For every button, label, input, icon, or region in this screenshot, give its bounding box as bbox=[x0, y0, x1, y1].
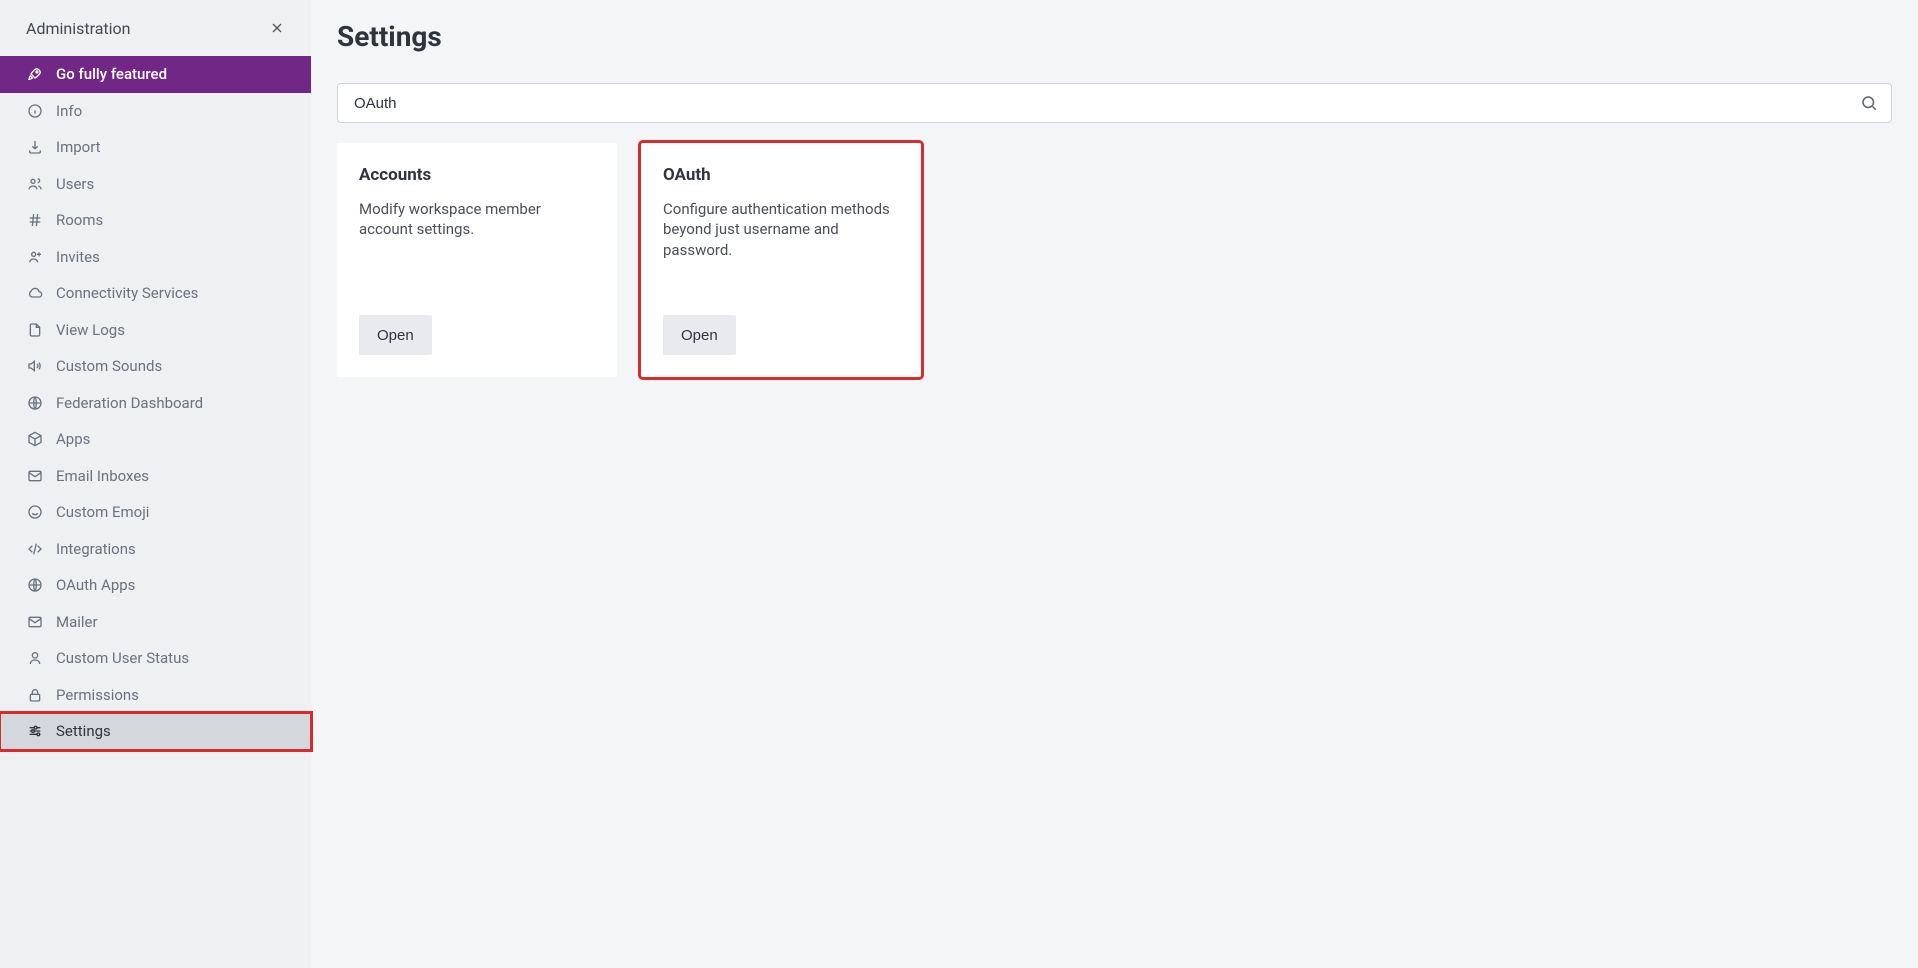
mail-icon bbox=[26, 613, 44, 631]
sidebar-item-apps[interactable]: Apps bbox=[0, 421, 311, 458]
card-accounts: Accounts Modify workspace member account… bbox=[337, 143, 617, 377]
sidebar-item-label: Custom Emoji bbox=[56, 503, 149, 521]
card-title: OAuth bbox=[663, 165, 899, 185]
sidebar-item-label: Custom Sounds bbox=[56, 357, 162, 375]
sidebar-item-import[interactable]: Import bbox=[0, 129, 311, 166]
sidebar-item-mailer[interactable]: Mailer bbox=[0, 604, 311, 641]
sidebar-item-label: Connectivity Services bbox=[56, 284, 198, 302]
sidebar-item-label: Invites bbox=[56, 248, 100, 266]
rocket-icon bbox=[26, 65, 44, 83]
sidebar-item-label: Mailer bbox=[56, 613, 98, 631]
cloud-icon bbox=[26, 284, 44, 302]
search-icon[interactable] bbox=[1860, 94, 1878, 112]
sidebar-item-federation[interactable]: Federation Dashboard bbox=[0, 385, 311, 422]
sidebar-item-label: Import bbox=[56, 138, 101, 156]
admin-sidebar: Administration Go fully featured Info Im… bbox=[0, 0, 311, 968]
settings-cards: Accounts Modify workspace member account… bbox=[337, 143, 1892, 377]
sidebar-item-permissions[interactable]: Permissions bbox=[0, 677, 311, 714]
globe-icon bbox=[26, 394, 44, 412]
file-icon bbox=[26, 321, 44, 339]
sidebar-item-label: Info bbox=[56, 102, 82, 120]
hash-icon bbox=[26, 211, 44, 229]
smile-icon bbox=[26, 503, 44, 521]
page-title: Settings bbox=[337, 20, 1892, 53]
sidebar-nav: Go fully featured Info Import Users Room bbox=[0, 56, 311, 750]
card-description: Modify workspace member account settings… bbox=[359, 199, 595, 240]
sidebar-item-rooms[interactable]: Rooms bbox=[0, 202, 311, 239]
sidebar-item-users[interactable]: Users bbox=[0, 166, 311, 203]
card-title: Accounts bbox=[359, 165, 595, 185]
mail-icon bbox=[26, 467, 44, 485]
sidebar-item-label: Settings bbox=[56, 722, 111, 740]
user-plus-icon bbox=[26, 248, 44, 266]
sidebar-item-label: Integrations bbox=[56, 540, 136, 558]
lock-icon bbox=[26, 686, 44, 704]
volume-icon bbox=[26, 357, 44, 375]
users-icon bbox=[26, 175, 44, 193]
search-container bbox=[337, 83, 1892, 123]
sidebar-item-upgrade[interactable]: Go fully featured bbox=[0, 56, 311, 93]
sidebar-item-label: Custom User Status bbox=[56, 649, 189, 667]
open-button[interactable]: Open bbox=[663, 315, 736, 355]
card-oauth: OAuth Configure authentication methods b… bbox=[641, 143, 921, 377]
download-icon bbox=[26, 138, 44, 156]
sidebar-item-label: Users bbox=[56, 175, 94, 193]
sliders-icon bbox=[26, 722, 44, 740]
sidebar-header: Administration bbox=[0, 0, 311, 56]
sidebar-item-label: Email Inboxes bbox=[56, 467, 149, 485]
globe-icon bbox=[26, 576, 44, 594]
code-icon bbox=[26, 540, 44, 558]
sidebar-item-settings[interactable]: Settings bbox=[0, 713, 311, 750]
open-button[interactable]: Open bbox=[359, 315, 432, 355]
search-input[interactable] bbox=[337, 83, 1892, 123]
sidebar-item-label: Permissions bbox=[56, 686, 139, 704]
sidebar-item-label: Go fully featured bbox=[56, 65, 167, 83]
sidebar-item-email-inboxes[interactable]: Email Inboxes bbox=[0, 458, 311, 495]
card-description: Configure authentication methods beyond … bbox=[663, 199, 899, 260]
sidebar-item-sounds[interactable]: Custom Sounds bbox=[0, 348, 311, 385]
sidebar-item-label: Federation Dashboard bbox=[56, 394, 203, 412]
sidebar-item-connectivity[interactable]: Connectivity Services bbox=[0, 275, 311, 312]
sidebar-item-user-status[interactable]: Custom User Status bbox=[0, 640, 311, 677]
sidebar-item-label: Apps bbox=[56, 430, 90, 448]
sidebar-item-label: View Logs bbox=[56, 321, 125, 339]
main-content: Settings Accounts Modify workspace membe… bbox=[311, 0, 1918, 968]
sidebar-item-emoji[interactable]: Custom Emoji bbox=[0, 494, 311, 531]
sidebar-item-label: Rooms bbox=[56, 211, 103, 229]
sidebar-item-info[interactable]: Info bbox=[0, 93, 311, 130]
sidebar-item-label: OAuth Apps bbox=[56, 576, 135, 594]
sidebar-title: Administration bbox=[26, 19, 131, 38]
sidebar-item-oauth-apps[interactable]: OAuth Apps bbox=[0, 567, 311, 604]
cube-icon bbox=[26, 430, 44, 448]
close-icon[interactable] bbox=[267, 18, 287, 38]
user-icon bbox=[26, 649, 44, 667]
sidebar-item-integrations[interactable]: Integrations bbox=[0, 531, 311, 568]
sidebar-item-invites[interactable]: Invites bbox=[0, 239, 311, 276]
sidebar-item-logs[interactable]: View Logs bbox=[0, 312, 311, 349]
info-icon bbox=[26, 102, 44, 120]
